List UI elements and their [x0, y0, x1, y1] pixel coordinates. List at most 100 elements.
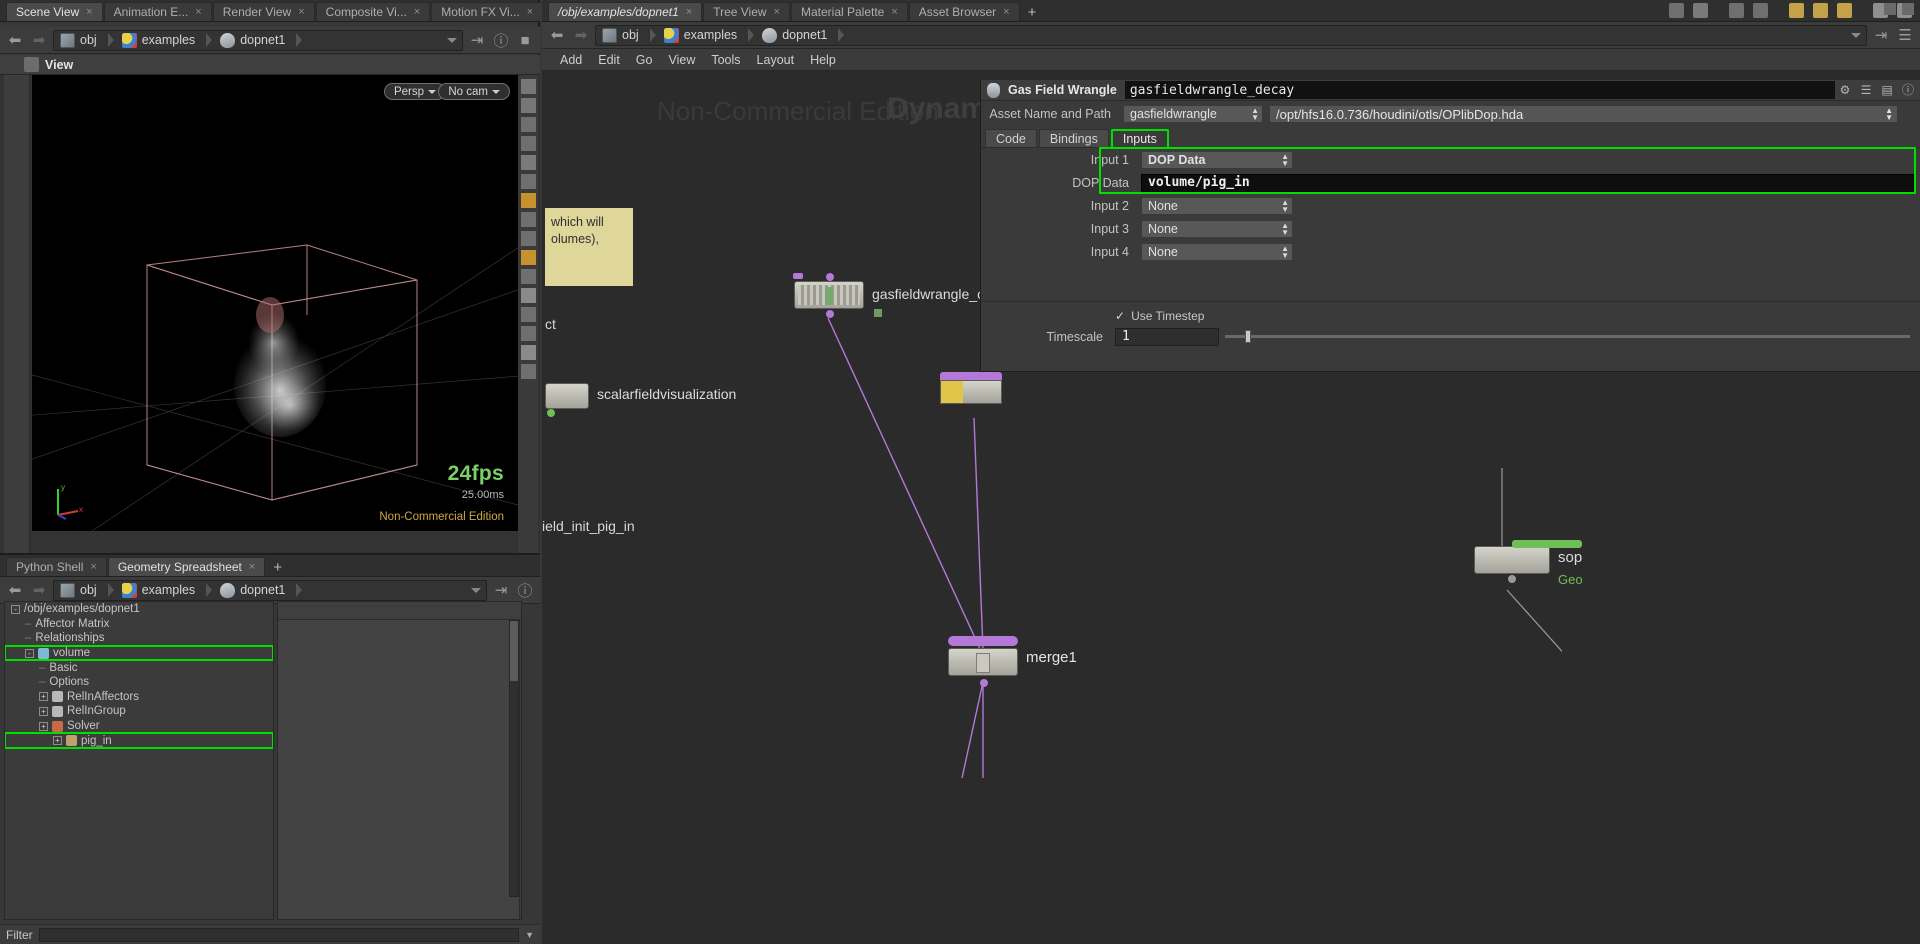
- tab-composite-vi[interactable]: Composite Vi... ×: [315, 2, 431, 21]
- tree-item-pig-in[interactable]: + pig_in: [5, 732, 273, 749]
- parameter-tab-inputs[interactable]: Inputs: [1110, 129, 1169, 147]
- node-sop[interactable]: sop Geo: [1474, 540, 1583, 587]
- breadcrumb-item-dopnet1[interactable]: dopnet1: [760, 27, 850, 43]
- viewport-cam-dropdown[interactable]: No cam: [438, 83, 510, 100]
- tab-scene-view[interactable]: Scene View ×: [6, 2, 103, 21]
- pane-menu-icon[interactable]: ▤: [1880, 83, 1894, 97]
- parameter-tabs[interactable]: Code Bindings Inputs: [981, 127, 1920, 147]
- maximize-icon[interactable]: [1902, 3, 1914, 15]
- menu-item-view[interactable]: View: [668, 53, 695, 67]
- breadcrumb-item-obj[interactable]: obj: [600, 27, 662, 43]
- spreadsheet-grid[interactable]: [277, 601, 522, 920]
- viewport-header[interactable]: View: [0, 55, 540, 75]
- node-output-dot[interactable]: [826, 310, 834, 318]
- breadcrumb[interactable]: obj examples dopnet1: [53, 579, 487, 601]
- spinner-icon[interactable]: ▲ ▼: [1281, 152, 1289, 167]
- tree-item-obj-examples-dopnet1[interactable]: -/obj/examples/dopnet1: [5, 602, 273, 617]
- node-body[interactable]: [1474, 546, 1550, 574]
- viewport-camera-dropdown[interactable]: Persp: [383, 83, 446, 100]
- input3-dropdown[interactable]: None ▲ ▼: [1141, 219, 1293, 238]
- network-box-icon[interactable]: [1837, 3, 1852, 18]
- camera-icon[interactable]: [520, 174, 536, 189]
- new-folder-icon[interactable]: [1789, 3, 1804, 18]
- close-icon[interactable]: ×: [686, 6, 692, 18]
- close-icon[interactable]: ×: [774, 6, 780, 18]
- dopdata-input[interactable]: volume/pig_in: [1141, 173, 1914, 192]
- node-scalarfieldvisualization[interactable]: scalarfieldvisualization: [545, 383, 736, 417]
- tree-item-solver[interactable]: + Solver: [5, 719, 273, 734]
- forward-arrow-icon[interactable]: ➡: [571, 25, 591, 45]
- tree-item-relingroup[interactable]: + RelInGroup: [5, 704, 273, 719]
- input2-dropdown[interactable]: None ▲ ▼: [1141, 196, 1293, 215]
- gear-icon[interactable]: ⚙: [1838, 83, 1852, 97]
- breadcrumb[interactable]: obj examples dopnet1: [595, 24, 1867, 46]
- jump-to-icon[interactable]: ⇥: [1871, 25, 1891, 45]
- add-tab-button[interactable]: +: [1021, 4, 1044, 21]
- lock-icon[interactable]: [520, 155, 536, 170]
- menu-item-go[interactable]: Go: [636, 53, 653, 67]
- spinner-icon[interactable]: ▲ ▼: [1281, 221, 1289, 236]
- spreadsheet-scrollbar[interactable]: [509, 620, 519, 897]
- menu-item-edit[interactable]: Edit: [598, 53, 620, 67]
- back-arrow-icon[interactable]: ⬅: [5, 30, 25, 50]
- parameter-header-icons[interactable]: ⚙ ☰ ▤ ⓘ: [1838, 83, 1915, 97]
- jump-to-icon[interactable]: ⇥: [491, 580, 511, 600]
- spinner-icon[interactable]: ▲ ▼: [1251, 107, 1259, 122]
- asset-name-dropdown[interactable]: gasfieldwrangle ▲ ▼: [1123, 105, 1263, 123]
- breadcrumb[interactable]: obj examples dopnet1: [53, 29, 463, 51]
- multi-snap-icon[interactable]: [520, 250, 536, 265]
- measure-icon[interactable]: [520, 326, 536, 341]
- spinner-icon[interactable]: ▲ ▼: [1281, 198, 1289, 213]
- help-circle-icon[interactable]: ⓘ: [1901, 83, 1915, 97]
- chevron-down-icon[interactable]: [471, 587, 481, 593]
- back-arrow-icon[interactable]: ⬅: [547, 25, 567, 45]
- expand-icon[interactable]: +: [53, 736, 62, 746]
- viewport-left-toolbar[interactable]: [4, 75, 30, 553]
- breadcrumb-item-examples[interactable]: examples: [120, 32, 219, 48]
- parameter-tab-bindings[interactable]: Bindings: [1038, 129, 1109, 147]
- breadcrumb-item-obj[interactable]: obj: [58, 582, 120, 598]
- node-name-input[interactable]: gasfieldwrangle_decay: [1124, 81, 1835, 99]
- text-icon[interactable]: [520, 345, 536, 360]
- filter-input[interactable]: [38, 927, 520, 942]
- node-output-dot[interactable]: [547, 409, 555, 417]
- close-icon[interactable]: ×: [86, 6, 92, 18]
- filter-bar[interactable]: Filter ▼: [0, 924, 540, 944]
- tab-tree-view[interactable]: Tree View ×: [703, 2, 790, 21]
- ghost-display-icon[interactable]: [520, 117, 536, 132]
- close-icon[interactable]: ×: [249, 561, 255, 573]
- pin-icon[interactable]: ☰: [1859, 83, 1873, 97]
- help-circle-icon[interactable]: ⓘ: [515, 580, 535, 600]
- tree-item-relinaffectors[interactable]: + RelInAffectors: [5, 690, 273, 705]
- network-menubar[interactable]: Add Edit Go View Tools Layout Help: [542, 3, 1920, 71]
- scrollbar-thumb[interactable]: [510, 621, 518, 681]
- close-icon[interactable]: ×: [195, 6, 201, 18]
- tab-motion-fx-vi[interactable]: Motion FX Vi... ×: [431, 2, 544, 21]
- forward-arrow-icon[interactable]: ➡: [29, 30, 49, 50]
- menu-item-help[interactable]: Help: [810, 53, 836, 67]
- add-tab-button[interactable]: +: [266, 559, 289, 576]
- spinner-icon[interactable]: ▲ ▼: [1885, 107, 1893, 122]
- breadcrumb-item-dopnet1[interactable]: dopnet1: [218, 582, 308, 598]
- close-icon[interactable]: ×: [90, 561, 96, 573]
- jump-to-icon[interactable]: ⇥: [467, 30, 487, 50]
- slider-knob[interactable]: [1245, 330, 1251, 343]
- node-input-connector[interactable]: [793, 273, 803, 279]
- forward-arrow-icon[interactable]: ➡: [29, 580, 49, 600]
- tab-material-palette[interactable]: Material Palette ×: [790, 2, 908, 21]
- expand-icon[interactable]: +: [39, 721, 48, 731]
- dop-tree[interactable]: -/obj/examples/dopnet1– Affector Matrix – R…: [4, 601, 274, 920]
- help-circle-icon[interactable]: ⓘ: [491, 30, 511, 50]
- collapse-icon[interactable]: -: [25, 648, 34, 658]
- list-view-icon[interactable]: [1669, 3, 1684, 18]
- wireframe-icon[interactable]: [520, 288, 536, 303]
- input1-dropdown[interactable]: DOP Data ▲ ▼: [1141, 150, 1293, 169]
- back-arrow-icon[interactable]: ⬅: [5, 580, 25, 600]
- abc-icon[interactable]: [520, 364, 536, 379]
- tab-animation-e[interactable]: Animation E... ×: [103, 2, 212, 21]
- tree-item-volume[interactable]: - volume: [5, 644, 273, 662]
- close-icon[interactable]: ×: [1003, 6, 1009, 18]
- viewport-right-toolbar[interactable]: [518, 75, 538, 553]
- scene-viewport[interactable]: Persp No cam 24fps 25.00ms Non-Commercia…: [32, 75, 518, 531]
- tab-obj-examples-dopnet1[interactable]: /obj/examples/dopnet1 ×: [548, 2, 703, 21]
